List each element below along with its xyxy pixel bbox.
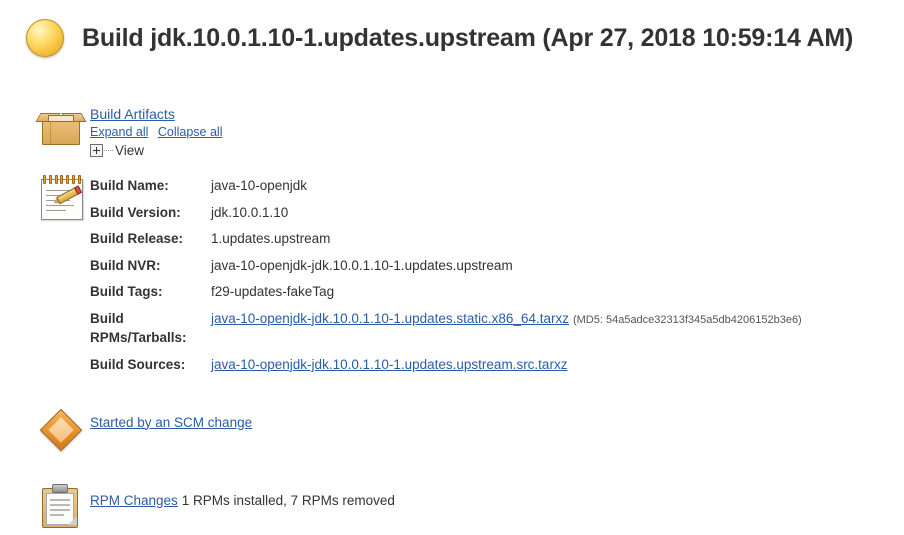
scm-trigger-section: Started by an SCM change — [38, 405, 904, 453]
row-label: Build RPMs/Tarballs: — [90, 310, 187, 346]
row-value: 1.updates.upstream — [211, 231, 331, 247]
table-row: Build Sources: java-10-openjdk-jdk.10.0.… — [90, 352, 802, 379]
table-row: Build NVR: java-10-openjdk-jdk.10.0.1.10… — [90, 253, 802, 280]
artifacts-view-row: View — [90, 143, 228, 158]
build-artifacts-icon-cell — [35, 104, 90, 146]
row-value: f29-updates-fakeTag — [211, 284, 335, 300]
row-label: Build NVR: — [90, 257, 161, 273]
notepad-pencil-icon — [38, 174, 86, 222]
build-artifacts-link[interactable]: Build Artifacts — [90, 106, 175, 122]
rpm-changes-icon-cell — [38, 481, 90, 529]
row-value-cell: java-10-openjdk-jdk.10.0.1.10-1.updates.… — [211, 352, 802, 379]
build-artifacts-section: Build Artifacts Expand all Collapse all … — [35, 104, 904, 158]
rpm-changes-summary: 1 RPMs installed, 7 RPMs removed — [181, 492, 395, 508]
build-sources-link[interactable]: java-10-openjdk-jdk.10.0.1.10-1.updates.… — [211, 357, 567, 372]
scm-change-link[interactable]: Started by an SCM change — [90, 415, 252, 430]
collapse-all-link[interactable]: Collapse all — [158, 125, 223, 139]
build-summary-content: Build Artifacts Expand all Collapse all … — [0, 62, 904, 535]
table-row: Build Release: 1.updates.upstream — [90, 226, 802, 253]
artifacts-view-label[interactable]: View — [115, 143, 144, 158]
tree-connector-line — [104, 150, 113, 151]
build-rpms-md5: (MD5: 54a5adce32313f345a5db4206152b3e6) — [572, 313, 802, 326]
rpm-changes-section: RPM Changes 1 RPMs installed, 7 RPMs remo… — [38, 481, 904, 529]
scm-trigger-body: Started by an SCM change — [90, 405, 252, 430]
row-value-cell: java-10-openjdk-jdk.10.0.1.10-1.updates.… — [211, 306, 802, 352]
build-info-icon-cell — [38, 172, 90, 222]
plus-expander-icon[interactable] — [90, 144, 103, 157]
page-header: Build jdk.10.0.1.10-1.updates.upstream (… — [0, 0, 904, 62]
row-value: jdk.10.0.1.10 — [211, 204, 289, 220]
table-row: Build Tags: f29-updates-fakeTag — [90, 279, 802, 306]
orange-diamond-icon — [38, 407, 84, 453]
table-row: Build Name: java-10-openjdk — [90, 173, 802, 200]
clipboard-icon — [38, 483, 82, 529]
yellow-status-ball-icon — [26, 19, 64, 57]
rpm-changes-body: RPM Changes 1 RPMs installed, 7 RPMs remo… — [90, 481, 395, 508]
row-label: Build Name: — [90, 178, 169, 193]
row-label: Build Release: — [90, 231, 184, 247]
row-label: Build Sources: — [90, 356, 186, 372]
row-value: java-10-openjdk — [211, 178, 308, 193]
scm-icon-cell — [38, 405, 90, 453]
table-row: Build RPMs/Tarballs: java-10-openjdk-jdk… — [90, 306, 802, 352]
build-info-table: Build Name: java-10-openjdk Build Versio… — [90, 173, 802, 379]
build-artifacts-body: Build Artifacts Expand all Collapse all … — [90, 104, 228, 158]
package-box-icon — [35, 106, 87, 146]
build-info-table-wrap: Build Name: java-10-openjdk Build Versio… — [90, 172, 802, 379]
artifacts-expand-collapse-row: Expand all Collapse all — [90, 125, 228, 139]
table-row: Build Version: jdk.10.0.1.10 — [90, 200, 802, 227]
rpm-changes-link[interactable]: RPM Changes — [90, 493, 178, 508]
row-label: Build Version: — [90, 204, 181, 220]
build-rpms-tarballs-link[interactable]: java-10-openjdk-jdk.10.0.1.10-1.updates.… — [211, 311, 569, 326]
expand-all-link[interactable]: Expand all — [90, 125, 148, 139]
build-info-section: Build Name: java-10-openjdk Build Versio… — [38, 172, 904, 379]
row-value: java-10-openjdk-jdk.10.0.1.10-1.updates.… — [211, 257, 513, 273]
page-title: Build jdk.10.0.1.10-1.updates.upstream (… — [82, 23, 854, 52]
row-label: Build Tags: — [90, 284, 163, 300]
